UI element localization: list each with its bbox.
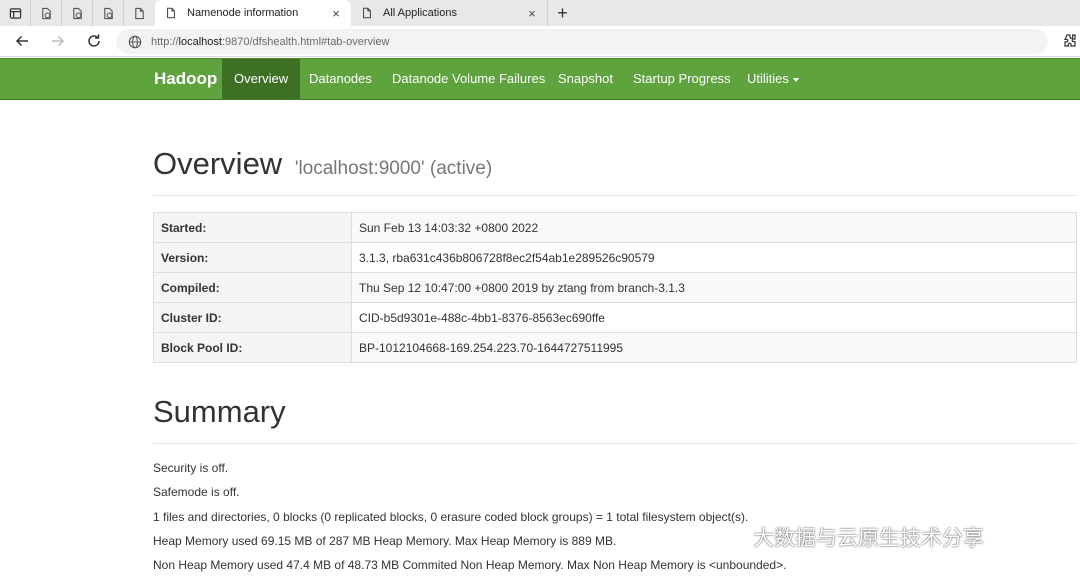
url-input[interactable]: http://localhost:9870/dfshealth.html#tab…: [116, 29, 1048, 54]
row-key: Compiled:: [153, 272, 352, 303]
back-arrow-icon: [15, 35, 28, 47]
nav-overview[interactable]: Overview: [222, 59, 301, 99]
nav-utilities-label: Utilities: [747, 71, 789, 86]
nav-utilities[interactable]: Utilities: [747, 59, 799, 99]
tab-namenode-information[interactable]: Namenode information ×: [155, 0, 351, 26]
hadoop-navbar: Hadoop Overview Datanodes Datanode Volum…: [0, 58, 1080, 100]
divider: [153, 443, 1077, 444]
overview-heading: Overview 'localhost:9000' (active): [153, 146, 492, 182]
history-tab-button-2[interactable]: [62, 0, 93, 26]
nav-datanode-volume-failures[interactable]: Datanode Volume Failures: [392, 59, 545, 99]
table-row: Compiled: Thu Sep 12 10:47:00 +0800 2019…: [153, 272, 1077, 303]
history-tab-button-3[interactable]: [93, 0, 124, 26]
nav-datanodes[interactable]: Datanodes: [309, 59, 372, 99]
reload-icon: [88, 34, 100, 47]
row-key: Started:: [153, 212, 352, 243]
url-path: :9870/dfshealth.html#tab-overview: [221, 35, 390, 48]
summary-security: Security is off.: [153, 461, 229, 475]
table-row: Block Pool ID: BP-1012104668-169.254.223…: [153, 332, 1077, 363]
history-icon: [72, 7, 82, 19]
page-icon: [135, 7, 144, 19]
row-value: BP-1012104668-169.254.223.70-16447275119…: [351, 332, 1077, 363]
tab-all-applications[interactable]: All Applications ×: [351, 0, 547, 26]
new-tab-button[interactable]: +: [547, 0, 577, 26]
history-tab-button[interactable]: [31, 0, 62, 26]
summary-non-heap-memory: Non Heap Memory used 47.4 MB of 48.73 MB…: [153, 558, 787, 572]
page-icon: [363, 7, 371, 19]
browser-tab-strip: Namenode information × All Applications …: [0, 0, 1080, 26]
nav-snapshot[interactable]: Snapshot: [558, 59, 613, 99]
wechat-icon: [709, 523, 745, 551]
url-scheme: http://: [151, 35, 179, 48]
row-value: Thu Sep 12 10:47:00 +0800 2019 by ztang …: [351, 272, 1077, 303]
overview-title: Overview: [153, 146, 283, 181]
watermark: 大数据与云原生技术分享: [707, 521, 984, 553]
summary-title: Summary: [153, 394, 286, 429]
table-row: Started: Sun Feb 13 14:03:32 +0800 2022: [153, 212, 1077, 243]
forward-button[interactable]: [49, 32, 67, 50]
blank-tab-button[interactable]: [124, 0, 155, 26]
row-value: CID-b5d9301e-488c-4bb1-8376-8563ec690ffe: [351, 302, 1077, 333]
reload-button[interactable]: [85, 32, 103, 50]
history-icon: [103, 7, 113, 19]
divider: [153, 195, 1077, 196]
row-key: Cluster ID:: [153, 302, 352, 333]
watermark-text: 大数据与云原生技术分享: [753, 527, 984, 550]
close-icon[interactable]: ×: [329, 6, 343, 21]
table-row: Cluster ID: CID-b5d9301e-488c-4bb1-8376-…: [153, 302, 1077, 333]
row-key: Version:: [153, 242, 352, 273]
address-bar: http://localhost:9870/dfshealth.html#tab…: [0, 26, 1080, 57]
tab-label: Namenode information: [187, 7, 299, 19]
overview-table: Started: Sun Feb 13 14:03:32 +0800 2022 …: [153, 212, 1077, 363]
page-icon: [167, 7, 175, 19]
row-value: Sun Feb 13 14:03:32 +0800 2022: [351, 212, 1077, 243]
tab-actions-icon: [9, 7, 21, 19]
extensions-icon[interactable]: [1062, 33, 1078, 49]
brand-link[interactable]: Hadoop: [154, 59, 217, 99]
row-value: 3.1.3, rba631c436b806728f8ec2f54ab1e2895…: [351, 242, 1077, 273]
tab-label: All Applications: [383, 7, 457, 19]
tab-actions-button[interactable]: [0, 0, 31, 26]
back-button[interactable]: [13, 32, 31, 50]
row-key: Block Pool ID:: [153, 332, 352, 363]
nav-startup-progress[interactable]: Startup Progress: [633, 59, 731, 99]
globe-icon: [128, 35, 142, 48]
forward-arrow-icon: [52, 35, 65, 47]
summary-safemode: Safemode is off.: [153, 485, 240, 499]
url-host: localhost: [178, 35, 222, 48]
table-row: Version: 3.1.3, rba631c436b806728f8ec2f5…: [153, 242, 1077, 273]
history-icon: [41, 7, 51, 19]
close-icon[interactable]: ×: [525, 6, 539, 21]
caret-down-icon: [792, 77, 799, 82]
overview-subtitle: 'localhost:9000' (active): [294, 158, 493, 179]
